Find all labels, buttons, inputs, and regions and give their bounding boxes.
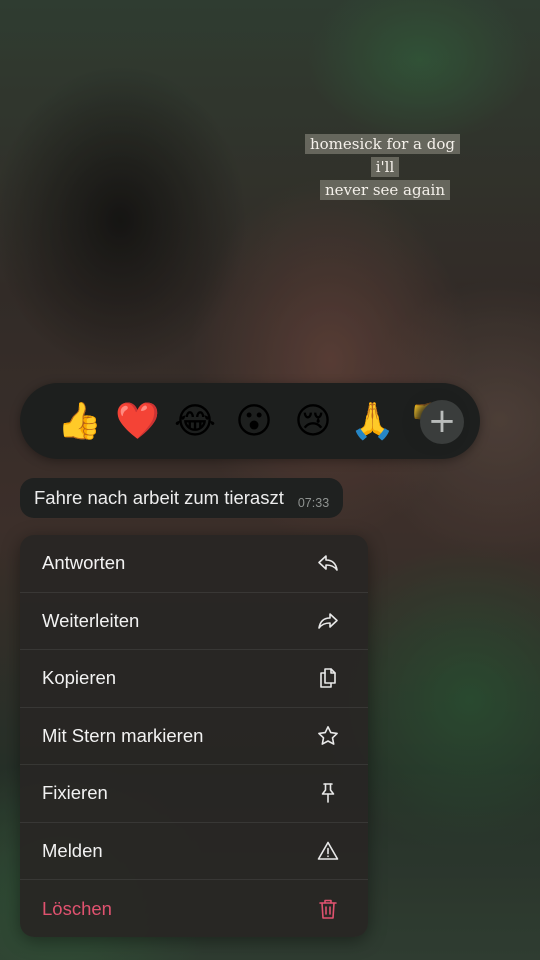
menu-item-label: Antworten (42, 552, 126, 574)
menu-item-reply[interactable]: Antworten (20, 535, 368, 593)
context-menu: Antworten Weiterleiten Kopieren Mit Ster… (20, 535, 368, 937)
menu-item-label: Löschen (42, 897, 112, 919)
story-caption-line-1: homesick for a dog i'll (304, 134, 460, 177)
reaction-crying-face[interactable]: 😢 (291, 400, 335, 444)
menu-item-label: Fixieren (42, 782, 108, 804)
message-text: Fahre nach arbeit zum tieraszt (34, 487, 284, 508)
menu-item-star[interactable]: Mit Stern markieren (20, 708, 368, 765)
pin-icon (321, 783, 335, 804)
reaction-red-heart[interactable]: ❤️ (115, 400, 160, 444)
trash-icon (319, 899, 337, 919)
menu-item-label: Mit Stern markieren (42, 724, 204, 746)
menu-item-label: Kopieren (42, 667, 117, 689)
story-caption-line-2: never see again (320, 180, 450, 200)
reaction-bar: 👍 ❤️ 😂 😮 😢 🙏 👎 (20, 383, 480, 459)
story-caption: homesick for a dog i'll never see again (296, 133, 474, 202)
forward-icon (318, 612, 338, 629)
menu-item-forward[interactable]: Weiterleiten (20, 593, 368, 650)
menu-item-pin[interactable]: Fixieren (20, 765, 368, 823)
reaction-tears-of-joy[interactable]: 😂 (173, 400, 217, 444)
reaction-folded-hands[interactable]: 🙏 (350, 400, 395, 444)
reply-icon (318, 555, 338, 572)
reaction-thumbs-up[interactable]: 👍 (57, 400, 102, 444)
more-reactions-plus-icon[interactable]: + (420, 400, 464, 444)
menu-item-label: Weiterleiten (42, 609, 140, 631)
menu-item-label: Melden (42, 839, 103, 861)
star-icon (318, 725, 338, 745)
menu-item-copy[interactable]: Kopieren (20, 650, 368, 708)
message-bubble[interactable]: Fahre nach arbeit zum tieraszt 07:33 (20, 478, 344, 518)
message-timestamp: 07:33 (297, 496, 330, 510)
menu-item-report[interactable]: Melden (20, 823, 368, 880)
menu-item-delete[interactable]: Löschen (20, 880, 368, 937)
copy-icon (320, 668, 336, 689)
reaction-open-mouth[interactable]: 😮 (232, 400, 276, 444)
warning-icon (317, 841, 339, 860)
